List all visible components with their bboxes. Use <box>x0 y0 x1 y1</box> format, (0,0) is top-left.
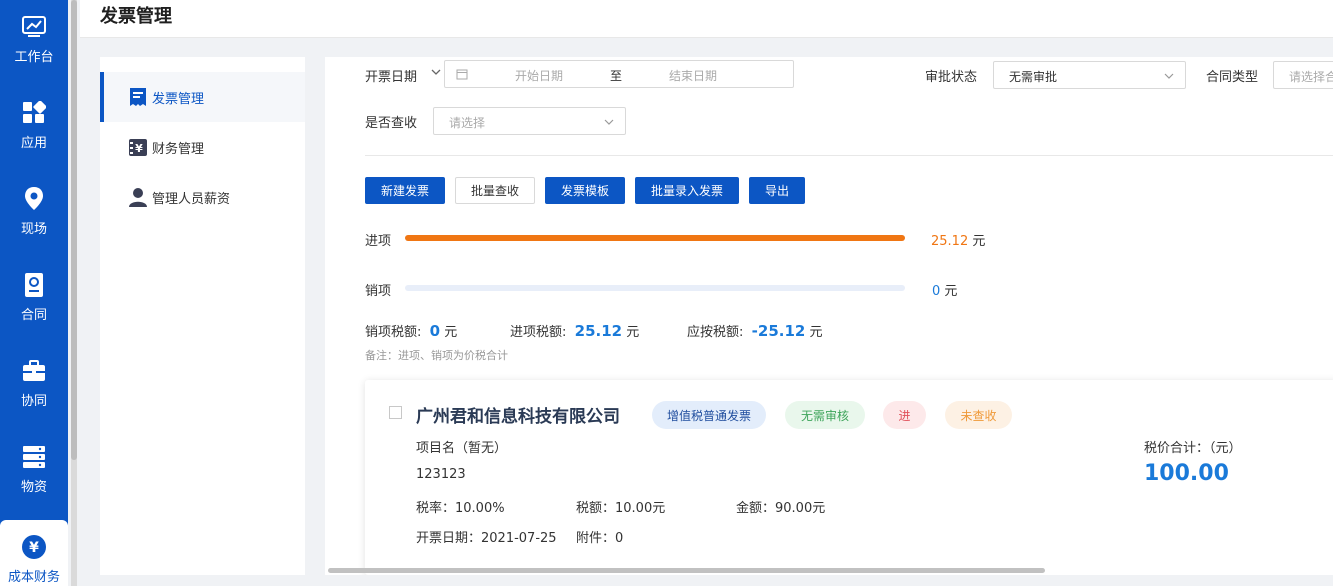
rail-item-label: 合同 <box>20 308 47 323</box>
page-header: 发票管理 <box>80 0 1333 38</box>
output-amount: 0 元 <box>932 284 958 299</box>
svg-text:¥: ¥ <box>29 540 39 556</box>
approval-status-select[interactable]: 无需审批 <box>993 61 1186 89</box>
new-invoice-button[interactable]: 新建发票 <box>365 177 445 204</box>
output-label: 销项 <box>365 284 392 299</box>
input-progress-fill <box>405 235 905 241</box>
checked-label: 是否查收 <box>365 116 418 131</box>
rail-item-workbench[interactable]: 工作台 <box>0 0 68 86</box>
calendar-icon <box>456 68 468 84</box>
divider <box>365 155 1333 156</box>
rail-item-site[interactable]: 现场 <box>0 172 68 258</box>
person-icon <box>128 187 148 207</box>
invoice-date-label: 开票日期 <box>365 70 418 85</box>
stats-note: 备注：进项、销项为价税合计 <box>365 349 508 362</box>
apps-icon <box>21 100 47 126</box>
range-separator: 至 <box>610 69 623 83</box>
yen-icon: ¥ <box>21 534 47 560</box>
output-tax: 销项税额: 0 元 <box>365 322 458 340</box>
invoice-checkbox[interactable] <box>389 406 402 419</box>
total-value: 100.00 <box>1144 461 1229 486</box>
main-panel: 开票日期 开始日期 至 结束日期 审批状态 无需审批 合同类型 请选择合 是否查… <box>325 57 1333 575</box>
checked-select[interactable]: 请选择 <box>433 107 626 135</box>
project-name: 项目名（暂无） <box>416 441 508 456</box>
contract-icon <box>21 272 47 298</box>
chevron-down-icon[interactable] <box>430 66 442 82</box>
subnav-item-label: 财务管理 <box>152 141 205 157</box>
rail-scrollbar[interactable] <box>71 0 77 586</box>
direction-tag: 进 <box>883 401 926 429</box>
batch-import-button[interactable]: 批量录入发票 <box>635 177 739 204</box>
subnav-item-label: 管理人员薪资 <box>152 191 231 207</box>
invoice-template-button[interactable]: 发票模板 <box>545 177 625 204</box>
export-button[interactable]: 导出 <box>749 177 805 204</box>
subnav-item-label: 发票管理 <box>152 91 205 107</box>
attachments: 附件：0 <box>576 531 624 546</box>
input-tax: 进项税额: 25.12 元 <box>510 322 640 340</box>
approval-status-value: 无需审批 <box>1009 70 1058 84</box>
horizontal-scrollbar[interactable] <box>325 567 1333 575</box>
location-icon <box>21 186 47 212</box>
contract-type-placeholder: 请选择合 <box>1289 70 1333 84</box>
amount: 金额：90.00元 <box>736 501 826 516</box>
subnav-item-salary[interactable]: 管理人员薪资 <box>100 172 305 222</box>
contract-type-select[interactable]: 请选择合 <box>1273 61 1333 89</box>
chevron-down-icon <box>603 116 615 132</box>
tax-rate: 税率：10.00% <box>416 501 505 516</box>
end-date-placeholder[interactable]: 结束日期 <box>669 67 717 84</box>
review-status-tag: 无需审核 <box>785 401 865 429</box>
sub-nav: 发票管理 ¥ 财务管理 管理人员薪资 <box>100 57 305 575</box>
left-rail: 工作台 应用 现场 合同 协同 物资 ¥ 成本财务 <box>0 0 68 586</box>
chevron-down-icon <box>1163 70 1175 86</box>
finance-icon: ¥ <box>128 137 148 157</box>
tax-amount: 税额：10.00元 <box>576 501 666 516</box>
rail-item-contract[interactable]: 合同 <box>0 258 68 344</box>
svg-text:¥: ¥ <box>135 142 143 155</box>
approval-status-label: 审批状态 <box>925 70 978 85</box>
briefcase-icon <box>21 358 47 384</box>
contract-type-label: 合同类型 <box>1206 70 1259 85</box>
rail-item-label: 工作台 <box>14 50 54 65</box>
page-title: 发票管理 <box>100 6 172 27</box>
invoice-number: 123123 <box>416 467 466 482</box>
company-name: 广州君和信息科技有限公司 <box>416 407 620 427</box>
batch-check-button[interactable]: 批量查收 <box>455 177 535 204</box>
date-range-picker[interactable]: 开始日期 至 结束日期 <box>444 60 794 88</box>
rail-item-label: 协同 <box>20 394 47 409</box>
subnav-item-invoice[interactable]: 发票管理 <box>100 72 305 122</box>
issue-date: 开票日期：2021-07-25 <box>416 531 557 546</box>
input-progress-bar <box>405 235 905 241</box>
invoice-card[interactable]: 广州君和信息科技有限公司 增值税普通发票 无需审核 进 未查收 项目名（暂无） … <box>365 380 1333 575</box>
chart-icon <box>21 14 47 40</box>
input-label: 进项 <box>365 234 392 249</box>
checked-placeholder: 请选择 <box>449 116 486 130</box>
input-amount: 25.12 元 <box>931 234 986 249</box>
rail-item-apps[interactable]: 应用 <box>0 86 68 172</box>
rail-item-collab[interactable]: 协同 <box>0 344 68 430</box>
subnav-item-finance[interactable]: ¥ 财务管理 <box>100 122 305 172</box>
rail-item-label: 现场 <box>20 222 47 237</box>
total-label: 税价合计：（元） <box>1144 441 1242 456</box>
rail-item-label: 应用 <box>20 136 47 151</box>
storage-icon <box>21 444 47 470</box>
invoice-icon <box>128 87 148 107</box>
rail-item-materials[interactable]: 物资 <box>0 430 68 516</box>
invoice-type-tag: 增值税普通发票 <box>652 401 766 429</box>
rail-item-label: 成本财务 <box>7 570 60 585</box>
rail-item-cost-finance[interactable]: ¥ 成本财务 <box>0 520 68 586</box>
output-progress-bar <box>405 285 905 291</box>
start-date-placeholder[interactable]: 开始日期 <box>515 67 563 84</box>
check-status-tag: 未查收 <box>945 401 1012 429</box>
rail-item-label: 物资 <box>20 480 47 495</box>
payable-tax: 应按税额: -25.12 元 <box>687 322 823 340</box>
